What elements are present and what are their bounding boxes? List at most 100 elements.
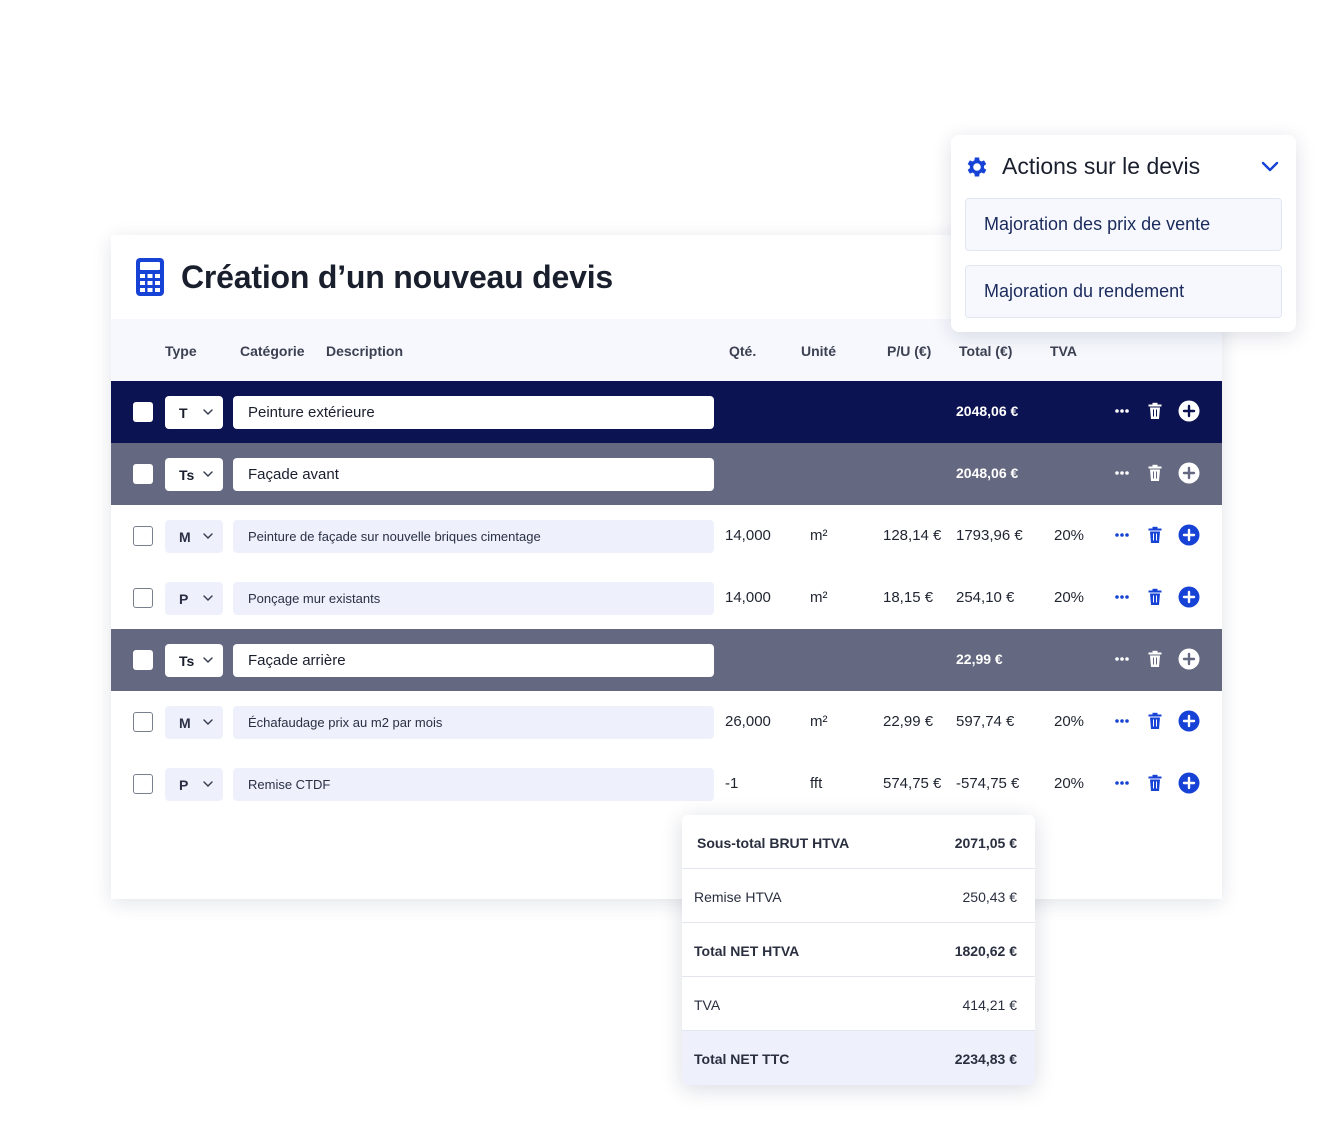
more-options-icon[interactable]: [1112, 711, 1132, 731]
totals-row: TVA 414,21 €: [682, 977, 1035, 1031]
type-value: M: [179, 528, 191, 545]
quote-card: Création d’un nouveau devis Type Catégor…: [111, 235, 1222, 899]
description-field[interactable]: Remise CTDF: [233, 768, 714, 801]
description-text: Peinture de façade sur nouvelle briques …: [248, 529, 541, 544]
add-row-icon[interactable]: [1178, 710, 1200, 732]
gear-icon: [967, 156, 987, 177]
unit-cell: m²: [810, 713, 828, 730]
page-title: Création d’un nouveau devis: [181, 258, 614, 295]
col-unit: Unité: [801, 343, 836, 359]
pu-cell: 574,75 €: [883, 775, 942, 792]
more-options-icon[interactable]: [1112, 463, 1132, 483]
add-row-icon[interactable]: [1178, 586, 1200, 608]
action-majoration-prix-vente[interactable]: Majoration des prix de vente: [965, 198, 1282, 251]
row-checkbox[interactable]: [133, 774, 153, 794]
description-text: Ponçage mur existants: [248, 591, 381, 606]
tva-cell: 20%: [1054, 713, 1085, 730]
col-total: Total (€): [959, 343, 1013, 359]
total-cell: 1793,96 €: [956, 527, 1023, 544]
totals-label: TVA: [694, 997, 721, 1013]
table-row: P Ponçage mur existants 14,000 m² 18,15 …: [111, 567, 1222, 629]
table-row: T Peinture extérieure 2048,06 €: [111, 381, 1222, 443]
row-checkbox[interactable]: [133, 650, 153, 670]
type-value: M: [179, 714, 191, 731]
actions-title: Actions sur le devis: [1002, 153, 1201, 179]
type-select[interactable]: M: [165, 520, 223, 553]
more-options-icon[interactable]: [1112, 525, 1132, 545]
type-value: Ts: [179, 466, 195, 483]
totals-row: Total NET TTC 2234,83 €: [682, 1031, 1035, 1085]
total-cell: -574,75 €: [956, 775, 1020, 792]
col-type: Type: [165, 343, 197, 359]
chevron-down-icon[interactable]: [1261, 159, 1279, 173]
unit-cell: fft: [810, 775, 823, 792]
add-row-icon[interactable]: [1178, 462, 1200, 484]
description-field[interactable]: Échafaudage prix au m2 par mois: [233, 706, 714, 739]
description-field[interactable]: Façade avant: [233, 458, 714, 491]
table-row: M Échafaudage prix au m2 par mois 26,000…: [111, 691, 1222, 753]
type-select[interactable]: T: [165, 396, 223, 429]
total-cell: 254,10 €: [956, 589, 1015, 606]
total-cell: 597,74 €: [956, 713, 1015, 730]
table-row: Ts Façade arrière 22,99 €: [111, 629, 1222, 691]
more-options-icon[interactable]: [1112, 649, 1132, 669]
totals-value: 2234,83 €: [954, 1051, 1017, 1067]
description-field[interactable]: Ponçage mur existants: [233, 582, 714, 615]
tva-cell: 20%: [1054, 775, 1085, 792]
description-field[interactable]: Façade arrière: [233, 644, 714, 677]
description-field[interactable]: Peinture de façade sur nouvelle briques …: [233, 520, 714, 553]
qty-cell: 26,000: [725, 713, 771, 730]
type-value: Ts: [179, 652, 195, 669]
pu-cell: 18,15 €: [883, 589, 934, 606]
table-row: P Remise CTDF -1 fft 574,75 € -574,75 € …: [111, 753, 1222, 815]
col-pu: P/U (€): [887, 343, 932, 359]
totals-row: Total NET HTVA 1820,62 €: [682, 923, 1035, 977]
qty-cell: 14,000: [725, 527, 771, 544]
add-row-icon[interactable]: [1178, 648, 1200, 670]
pu-cell: 22,99 €: [883, 713, 934, 730]
pu-cell: 128,14 €: [883, 527, 942, 544]
type-select[interactable]: Ts: [165, 458, 223, 491]
col-tva: TVA: [1050, 343, 1077, 359]
type-select[interactable]: P: [165, 768, 223, 801]
chevron-down-icon: [203, 781, 213, 787]
type-value: P: [179, 776, 189, 793]
row-checkbox[interactable]: [133, 464, 153, 484]
trash-icon[interactable]: [1145, 525, 1165, 545]
description-field[interactable]: Peinture extérieure: [233, 396, 714, 429]
trash-icon[interactable]: [1145, 773, 1165, 793]
type-value: P: [179, 590, 189, 607]
trash-icon[interactable]: [1145, 587, 1165, 607]
totals-value: 250,43 €: [962, 889, 1018, 905]
more-options-icon[interactable]: [1112, 587, 1132, 607]
more-options-icon[interactable]: [1112, 401, 1132, 421]
totals-value: 414,21 €: [962, 997, 1018, 1013]
trash-icon[interactable]: [1145, 463, 1165, 483]
type-select[interactable]: Ts: [165, 644, 223, 677]
chevron-down-icon: [203, 533, 213, 539]
action-majoration-rendement[interactable]: Majoration du rendement: [965, 265, 1282, 318]
unit-cell: m²: [810, 527, 828, 544]
qty-cell: 14,000: [725, 589, 771, 606]
actions-header[interactable]: Actions sur le devis: [964, 153, 1200, 180]
more-options-icon[interactable]: [1112, 773, 1132, 793]
totals-label: Total NET HTVA: [694, 943, 800, 959]
add-row-icon[interactable]: [1178, 524, 1200, 546]
calculator-icon: [136, 258, 164, 296]
row-checkbox[interactable]: [133, 402, 153, 422]
row-checkbox[interactable]: [133, 526, 153, 546]
unit-cell: m²: [810, 589, 828, 606]
trash-icon[interactable]: [1145, 711, 1165, 731]
chevron-down-icon: [203, 409, 213, 415]
type-select[interactable]: P: [165, 582, 223, 615]
row-checkbox[interactable]: [133, 588, 153, 608]
add-row-icon[interactable]: [1178, 772, 1200, 794]
add-row-icon[interactable]: [1178, 400, 1200, 422]
totals-value: 2071,05 €: [954, 835, 1017, 851]
chevron-down-icon: [203, 657, 213, 663]
chevron-down-icon: [203, 719, 213, 725]
trash-icon[interactable]: [1145, 401, 1165, 421]
type-select[interactable]: M: [165, 706, 223, 739]
row-checkbox[interactable]: [133, 712, 153, 732]
trash-icon[interactable]: [1145, 649, 1165, 669]
